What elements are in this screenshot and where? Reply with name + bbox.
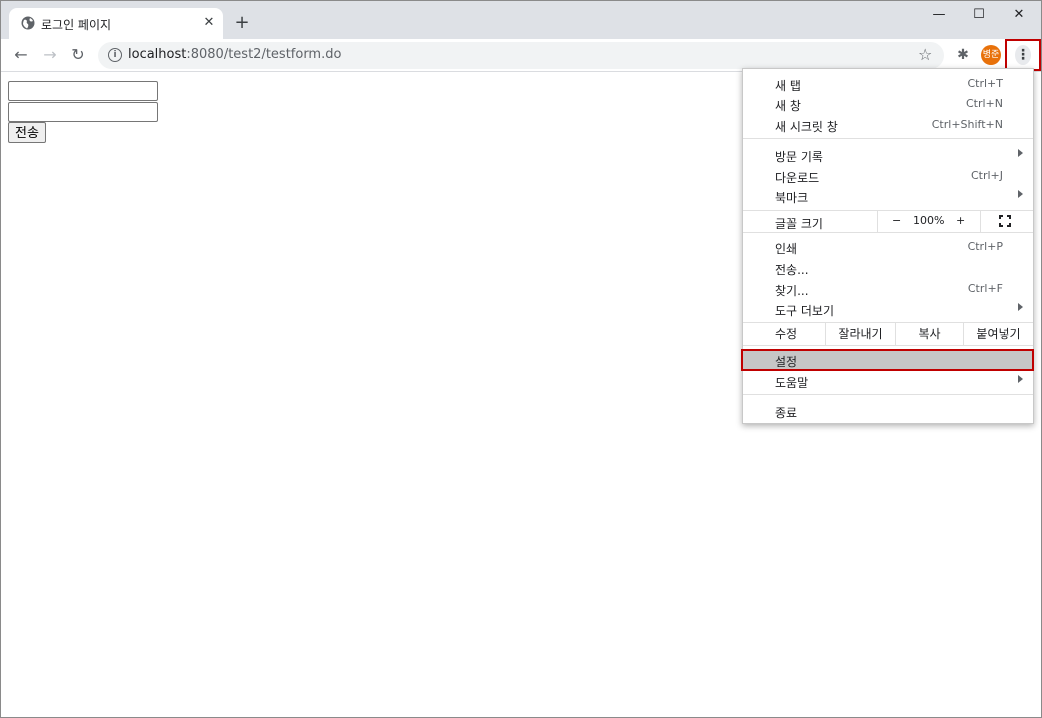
menu-item-label: 찾기... — [775, 284, 809, 298]
text-input-2[interactable] — [8, 102, 158, 122]
globe-icon — [21, 16, 35, 30]
menu-item-label: 방문 기록 — [775, 150, 823, 164]
paste-button[interactable]: 붙여넣기 — [963, 323, 1033, 345]
profile-avatar[interactable]: 병준 — [981, 45, 1001, 65]
chrome-menu: 새 탭 Ctrl+T 새 창 Ctrl+N 새 시크릿 창 Ctrl+Shift… — [741, 68, 1034, 424]
menu-divider — [743, 345, 1033, 346]
menu-item-label: 새 창 — [775, 99, 801, 113]
menu-item-shortcut: Ctrl+J — [970, 169, 1003, 182]
minimize-button[interactable]: — — [927, 5, 951, 25]
menu-item-label: 새 탭 — [775, 79, 801, 93]
bookmark-star-icon[interactable]: ☆ — [918, 45, 932, 64]
menu-item-downloads[interactable]: 다운로드 Ctrl+J — [743, 166, 1033, 186]
submenu-arrow-icon — [1018, 190, 1023, 198]
menu-item-label: 종료 — [775, 406, 798, 420]
menu-zoom-row: 글꼴 크기 − 100% + — [743, 210, 1033, 232]
url-text[interactable]: localhost:8080/test2/testform.do — [128, 47, 341, 62]
zoom-in-button[interactable]: + — [956, 214, 965, 227]
edit-label: 수정 — [775, 327, 798, 341]
info-icon[interactable]: i — [108, 48, 122, 62]
menu-item-shortcut: Ctrl+N — [965, 97, 1003, 110]
menu-edit-row: 수정 잘라내기 복사 붙여넣기 — [743, 323, 1033, 345]
reload-button[interactable]: ↻ — [67, 44, 89, 66]
url-host: localhost — [128, 47, 187, 62]
zoom-controls: − 100% + — [877, 210, 981, 232]
tab-title: 로그인 페이지 — [41, 18, 112, 32]
tab-close-icon[interactable]: ✕ — [201, 15, 217, 31]
menu-divider — [743, 232, 1033, 233]
menu-item-exit[interactable]: 종료 — [743, 401, 1033, 421]
menu-item-label: 북마크 — [775, 191, 809, 205]
more-vertical-icon[interactable]: ⋮ — [1015, 45, 1031, 65]
menu-divider — [743, 394, 1033, 395]
menu-item-label: 도움말 — [775, 376, 809, 390]
back-button[interactable]: ← — [10, 44, 32, 66]
zoom-level: 100% — [913, 214, 945, 227]
menu-item-incognito[interactable]: 새 시크릿 창 Ctrl+Shift+N — [743, 115, 1033, 135]
menu-divider — [743, 138, 1033, 139]
forward-button[interactable]: → — [39, 44, 61, 66]
menu-item-settings[interactable]: 설정 — [741, 349, 1034, 371]
menu-item-label: 인쇄 — [775, 242, 798, 256]
menu-item-label: 새 시크릿 창 — [775, 120, 838, 134]
menu-item-label: 전송... — [775, 263, 809, 277]
fullscreen-icon[interactable] — [999, 215, 1011, 227]
maximize-button[interactable]: ☐ — [967, 5, 991, 25]
cut-button[interactable]: 잘라내기 — [825, 323, 895, 345]
menu-item-cast[interactable]: 전송... — [743, 258, 1033, 278]
menu-item-shortcut: Ctrl+F — [967, 282, 1003, 295]
copy-button[interactable]: 복사 — [895, 323, 963, 345]
tab-strip: 로그인 페이지 ✕ + — ☐ ✕ — [1, 1, 1041, 39]
menu-item-new-window[interactable]: 새 창 Ctrl+N — [743, 94, 1033, 114]
menu-item-shortcut: Ctrl+T — [967, 77, 1003, 90]
menu-item-help[interactable]: 도움말 — [743, 371, 1033, 391]
menu-item-bookmarks[interactable]: 북마크 — [743, 186, 1033, 206]
address-bar[interactable]: i localhost:8080/test2/testform.do ☆ — [98, 42, 944, 69]
zoom-label: 글꼴 크기 — [775, 217, 823, 231]
text-input-1[interactable] — [8, 81, 158, 101]
menu-item-label: 다운로드 — [775, 171, 820, 185]
menu-item-more-tools[interactable]: 도구 더보기 — [743, 299, 1033, 319]
submenu-arrow-icon — [1018, 149, 1023, 157]
menu-item-print[interactable]: 인쇄 Ctrl+P — [743, 237, 1033, 257]
browser-window: 로그인 페이지 ✕ + — ☐ ✕ ← → ↻ i localhost:8080… — [0, 0, 1042, 718]
extensions-puzzle-icon[interactable]: ✱ — [953, 45, 973, 65]
menu-item-label: 도구 더보기 — [775, 304, 835, 318]
close-window-button[interactable]: ✕ — [1007, 5, 1031, 25]
submenu-arrow-icon — [1018, 303, 1023, 311]
new-tab-button[interactable]: + — [232, 13, 252, 33]
submenu-arrow-icon — [1018, 375, 1023, 383]
menu-item-shortcut: Ctrl+Shift+N — [931, 118, 1003, 131]
menu-item-history[interactable]: 방문 기록 — [743, 145, 1033, 165]
menu-button-highlight[interactable]: ⋮ — [1005, 39, 1041, 71]
zoom-out-button[interactable]: − — [892, 214, 901, 227]
tab-login-page[interactable]: 로그인 페이지 ✕ — [9, 8, 223, 39]
menu-item-label: 설정 — [775, 355, 798, 369]
menu-item-find[interactable]: 찾기... Ctrl+F — [743, 279, 1033, 299]
menu-item-shortcut: Ctrl+P — [967, 240, 1003, 253]
submit-button[interactable]: 전송 — [8, 122, 46, 143]
menu-item-new-tab[interactable]: 새 탭 Ctrl+T — [743, 74, 1033, 94]
url-path: :8080/test2/testform.do — [186, 47, 342, 62]
